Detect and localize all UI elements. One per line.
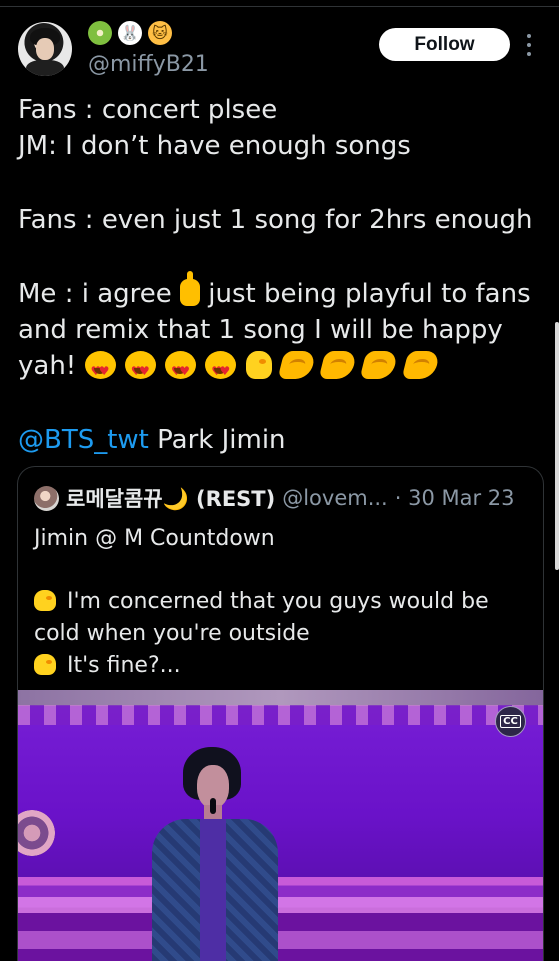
quoted-tweet-card[interactable]: 로메달콤뀨🌙 (REST) @lovem... · 30 Mar 23 Jimi…	[17, 466, 544, 961]
more-dot	[527, 34, 531, 38]
heart-eyes-icon	[84, 351, 116, 389]
tweet-line: JM: I don’t have enough songs	[18, 131, 411, 161]
hand-pointing-icon	[318, 351, 358, 379]
tweet-text: Fans : concert plsee JM: I don’t have en…	[18, 92, 543, 458]
avatar-shoulder	[26, 60, 64, 76]
heart-eyes-icon	[165, 351, 197, 389]
quoted-line: Jimin @ M Countdown	[34, 526, 275, 551]
quoted-author-avatar[interactable]	[34, 485, 59, 511]
captions-label: CC	[500, 715, 521, 728]
author-handle[interactable]: @miffyB21	[88, 51, 209, 79]
tweet-line-emojis: yah!	[18, 348, 543, 389]
more-dot	[527, 52, 531, 56]
quoted-paragraph-gap	[34, 555, 524, 586]
tweet-line: Fans : concert plsee	[18, 95, 278, 125]
tweet-text-part: just being playful to fans	[208, 279, 531, 309]
mention-link[interactable]: @BTS_twt	[18, 425, 149, 455]
tweet-text-part: Me : i agree	[18, 279, 172, 309]
avatar-face	[36, 38, 54, 60]
tweet-text-part: Park Jimin	[157, 425, 286, 455]
video-media[interactable]: CC	[18, 690, 543, 961]
more-options-icon[interactable]	[525, 34, 533, 56]
author-display-name[interactable]: 🐰 🐱	[88, 18, 172, 48]
quoted-text-part: I'm concerned that you guys would be	[67, 589, 489, 614]
tweet-header: 🐰 🐱 @miffyB21 Follow	[0, 0, 559, 90]
more-dot	[527, 43, 531, 47]
stage-lights	[18, 705, 543, 725]
quoted-author-name[interactable]: 로메달콤뀨🌙 (REST)	[66, 483, 275, 513]
tweet-text-part: yah!	[18, 351, 77, 381]
chick-icon	[34, 590, 56, 611]
point-up-icon	[180, 271, 201, 306]
stage-ceiling	[18, 690, 543, 706]
tweet-line-mentions: @BTS_twt Park Jimin	[18, 422, 543, 458]
quoted-text-part: It's fine?...	[67, 653, 181, 678]
author-avatar[interactable]	[18, 22, 72, 76]
quoted-tweet-text: Jimin @ M Countdown I'm concerned that y…	[34, 523, 524, 682]
quoted-line-chick: It's fine?...	[34, 650, 524, 682]
quoted-line-chick: I'm concerned that you guys would be	[34, 586, 524, 618]
quoted-line: cold when you're outside	[34, 621, 310, 646]
tweet-line: and remix that 1 song I will be happy	[18, 315, 503, 345]
rabbit-icon: 🐰	[118, 21, 142, 45]
quoted-tweet-header: 로메달콤뀨🌙 (REST) @lovem... · 30 Mar 23	[34, 485, 515, 511]
tweet-line-agree: Me : i agree just being playful to fans	[18, 271, 543, 312]
hand-pointing-icon	[401, 351, 441, 379]
hand-pointing-icon	[277, 351, 317, 379]
cat-icon: 🐱	[148, 21, 172, 45]
captions-button[interactable]: CC	[495, 706, 526, 737]
microphone-icon	[210, 798, 216, 814]
performer-figure	[152, 747, 282, 961]
hand-pointing-icon	[359, 351, 399, 379]
heart-eyes-icon	[124, 351, 156, 389]
kiwi-icon	[88, 21, 112, 45]
chick-icon	[245, 351, 272, 379]
scrollbar[interactable]	[555, 322, 559, 570]
quoted-author-handle[interactable]: @lovem...	[282, 486, 388, 510]
quoted-tweet-date[interactable]: · 30 Mar 23	[395, 486, 515, 510]
performer-jacket	[152, 819, 278, 961]
chick-icon	[34, 654, 56, 675]
tweet-line: Fans : even just 1 song for 2hrs enough	[18, 205, 533, 235]
heart-eyes-icon	[205, 351, 237, 389]
follow-button[interactable]: Follow	[379, 28, 510, 61]
